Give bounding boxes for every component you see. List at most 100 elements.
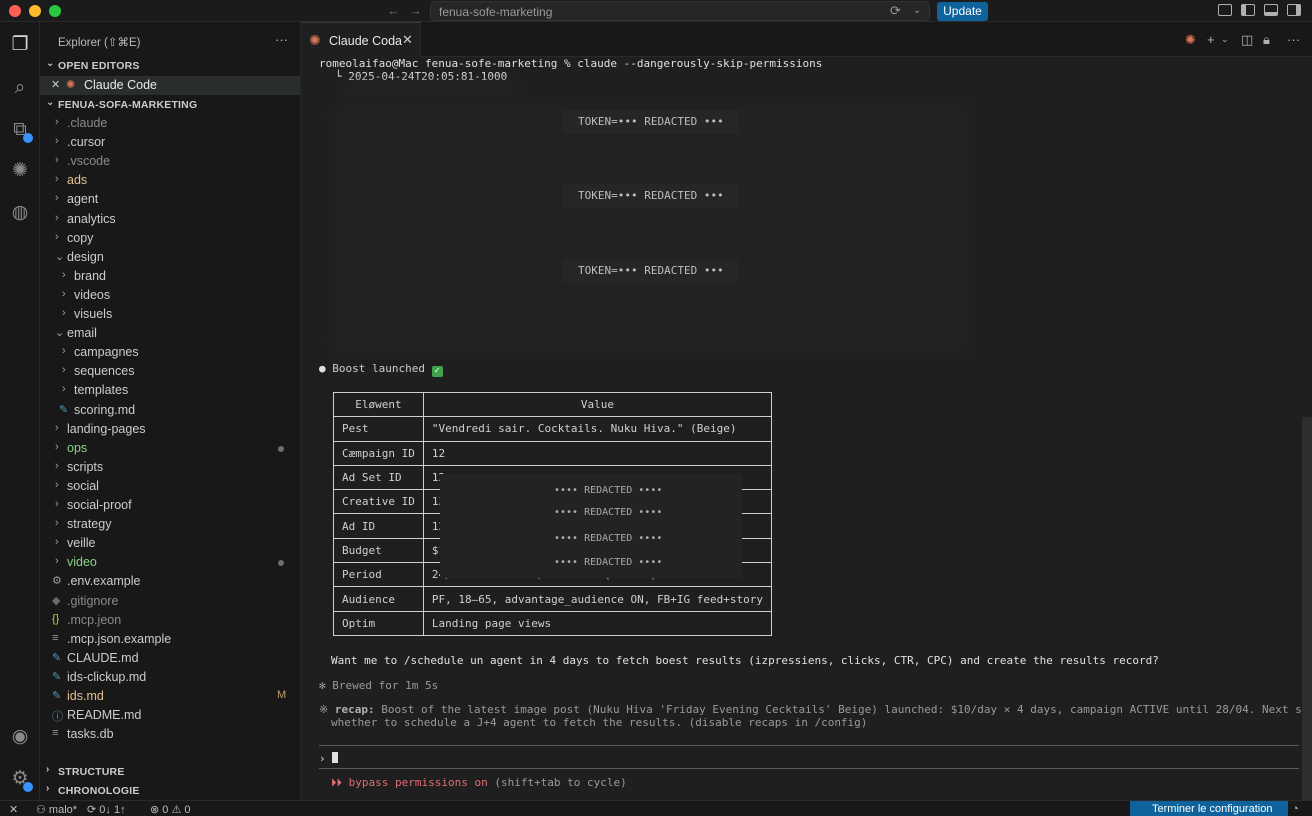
prompt-input[interactable]: ›: [319, 752, 339, 765]
chevron-right-icon: ›: [55, 154, 59, 167]
tree-item[interactable]: › videos: [40, 286, 300, 305]
chevron-right-icon: ›: [55, 421, 59, 434]
maximize-window-button[interactable]: [49, 5, 61, 17]
table-cell: Budget: [333, 537, 424, 564]
tree-item[interactable]: › campagnes: [40, 343, 300, 362]
bypass-permissions-line[interactable]: ⏵⏵ bypass permissions on (shift+tab to c…: [331, 776, 627, 790]
tree-item[interactable]: › .vscode: [40, 152, 300, 171]
toggle-panel-icon[interactable]: [1264, 4, 1278, 16]
close-window-button[interactable]: [9, 5, 21, 17]
title-bar: ← → fenua-sofe-marketing ⟳ ⌄ Update: [0, 0, 1312, 22]
open-editors-section[interactable]: ⌄ OPEN EDITORS: [40, 57, 300, 75]
tree-item[interactable]: ◆ .gitignore: [40, 592, 300, 611]
redacted-token: TOKEN=••• REDACTED •••: [563, 259, 739, 283]
tree-item[interactable]: › social: [40, 477, 300, 496]
back-arrow-icon[interactable]: ←: [387, 3, 400, 18]
lock-icon[interactable]: 🔒︎: [1263, 32, 1270, 48]
account-status[interactable]: ⚇ malo*: [36, 803, 77, 816]
tree-item[interactable]: ✎ CLAUDE.md: [40, 649, 300, 668]
error-icon: ⊗: [150, 804, 163, 816]
tree-item[interactable]: ≡ .mcp.json.example: [40, 630, 300, 649]
tree-item[interactable]: › brand: [40, 267, 300, 286]
tree-item[interactable]: ✎ scoring.md: [40, 401, 300, 420]
tree-item[interactable]: ⚙ .env.example: [40, 572, 300, 591]
remote-indicator-icon[interactable]: ✕: [9, 803, 18, 816]
tree-item[interactable]: › copy: [40, 229, 300, 248]
minimize-window-button[interactable]: [29, 5, 41, 17]
tree-item-label: ops: [67, 440, 88, 455]
structure-section[interactable]: › STRUCTURE: [40, 763, 300, 781]
chronologie-section[interactable]: › CHRONOLOGIE: [40, 782, 300, 800]
editor-area: ✺ Claude Coda ✕ ✺ + ⌄ ◫ 🔒︎ ··· romeolaif…: [301, 22, 1312, 806]
tree-item[interactable]: {} .mcp.jeon: [40, 611, 300, 630]
tree-item[interactable]: › scripts: [40, 458, 300, 477]
tree-item[interactable]: › landing-pages: [40, 420, 300, 439]
warning-icon: ⚠: [171, 804, 185, 816]
tree-item[interactable]: › sequences: [40, 362, 300, 381]
tree-item[interactable]: ✎ ids.md M: [40, 687, 300, 706]
more-actions-icon[interactable]: ···: [275, 32, 288, 47]
tree-item[interactable]: ≡ tasks.db: [40, 725, 300, 744]
tree-item[interactable]: › visuels: [40, 305, 300, 324]
layout-customize-icon[interactable]: [1218, 4, 1232, 16]
table-row: Audience PF, 18–65, advantage_audience ON…: [333, 586, 773, 612]
chevron-down-icon[interactable]: ⌄: [1221, 34, 1229, 45]
chevron-right-icon: ›: [55, 192, 59, 205]
chevron-right-icon: ›: [55, 116, 59, 128]
toggle-secondary-sidebar-icon[interactable]: [1287, 4, 1301, 16]
explorer-icon[interactable]: ❐: [9, 34, 31, 56]
tree-item[interactable]: › agent: [40, 190, 300, 209]
tree-item[interactable]: ⓘ README.md: [40, 706, 300, 725]
tree-item[interactable]: › social-proof: [40, 496, 300, 515]
tree-item[interactable]: › video: [40, 553, 300, 572]
tree-item[interactable]: › strategy: [40, 515, 300, 534]
forward-arrow-icon[interactable]: →: [409, 3, 422, 18]
close-tab-icon[interactable]: ✕: [402, 32, 413, 48]
tab-claude-code[interactable]: ✺ Claude Coda ✕: [301, 22, 421, 57]
file-icon: {}: [52, 612, 60, 625]
chevron-down-icon[interactable]: ⌄: [913, 5, 921, 16]
tree-item[interactable]: ⌄ email: [40, 324, 300, 343]
tree-item[interactable]: › ads: [40, 171, 300, 190]
terminal-scrollbar[interactable]: [1302, 417, 1312, 800]
tree-item-label: .mcp.jeon: [67, 612, 122, 627]
command-center-search[interactable]: fenua-sofe-marketing: [430, 1, 930, 21]
search-icon[interactable]: ⌕: [9, 77, 31, 99]
tree-item[interactable]: › analytics: [40, 210, 300, 229]
problems-status[interactable]: ⊗ 0 ⚠ 0: [150, 803, 191, 816]
file-icon: ≡: [52, 631, 59, 644]
split-editor-icon[interactable]: ◫: [1241, 32, 1253, 48]
tree-item[interactable]: › .cursor: [40, 133, 300, 152]
project-section[interactable]: ⌄ FENUA-SOFA-MARKETING: [40, 96, 300, 114]
toggle-primary-sidebar-icon[interactable]: [1241, 4, 1255, 16]
claude-icon[interactable]: ✺: [9, 160, 31, 182]
more-actions-icon[interactable]: ···: [1287, 32, 1300, 47]
tree-item[interactable]: › templates: [40, 381, 300, 400]
open-editor-claude-code[interactable]: ✕ ✺ Claude Code: [40, 76, 300, 95]
copilot-chat-icon[interactable]: ⟳: [890, 3, 901, 19]
remote-explorer-icon[interactable]: ◍: [9, 202, 31, 224]
recap-line-2: whether to schedule a J+4 agent to fetch…: [331, 716, 868, 729]
terminal[interactable]: romeolaifao@Mac fenua-sofe-marketing % c…: [301, 57, 1312, 800]
tree-item[interactable]: › .claude: [40, 114, 300, 133]
claude-icon[interactable]: ✺: [1185, 32, 1196, 48]
tree-item-label: veille: [67, 536, 96, 551]
update-button[interactable]: Update: [937, 2, 988, 21]
timestamp-line: └ 2025-04-24T20:05:81-1000: [335, 70, 508, 83]
tree-item[interactable]: ✎ ids-clickup.md: [40, 668, 300, 687]
file-icon: ✎: [52, 690, 62, 702]
bypass-arrows-icon: ⏵⏵: [331, 776, 342, 789]
notifications-bell-icon[interactable]: ◔: [1292, 803, 1299, 815]
new-terminal-icon[interactable]: +: [1207, 32, 1215, 47]
tree-item-label: email: [67, 326, 97, 341]
sync-status[interactable]: ⟳ 0↓ 1↑: [87, 803, 126, 816]
prompt-divider: [319, 745, 1299, 746]
command-line: romeolaifao@Mac fenua-sofe-marketing % c…: [319, 57, 823, 70]
account-icon[interactable]: ◉: [9, 726, 31, 748]
chevron-right-icon: ›: [62, 307, 66, 319]
close-icon[interactable]: ✕: [51, 78, 60, 91]
tree-item[interactable]: › veille: [40, 534, 300, 553]
tree-item[interactable]: ⌄ design: [40, 248, 300, 267]
tree-item[interactable]: › ops: [40, 439, 300, 458]
finish-configuration-button[interactable]: Terminer le configuration: [1130, 801, 1288, 816]
